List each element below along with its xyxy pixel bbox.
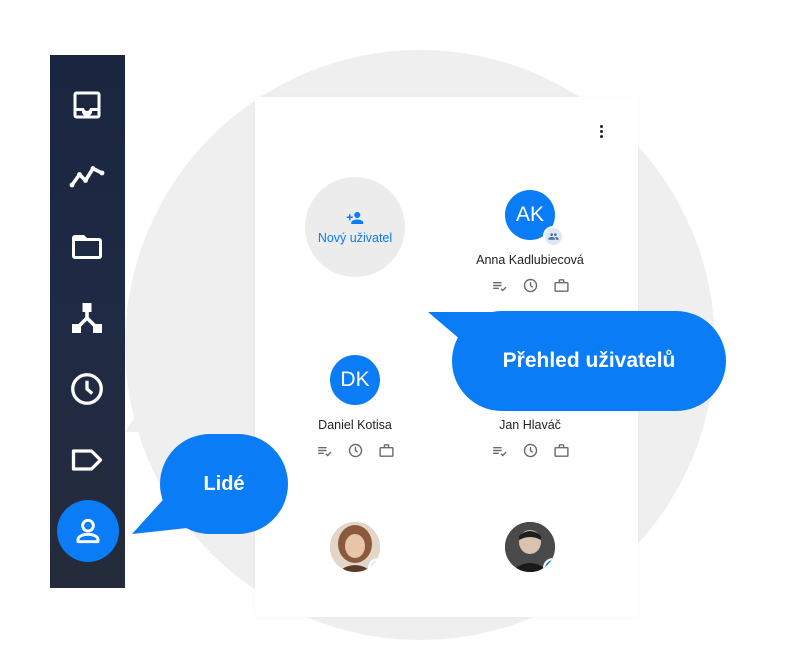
callout-people: Lidé: [160, 434, 288, 534]
callout-users-overview: Přehled uživatelů: [452, 311, 726, 411]
